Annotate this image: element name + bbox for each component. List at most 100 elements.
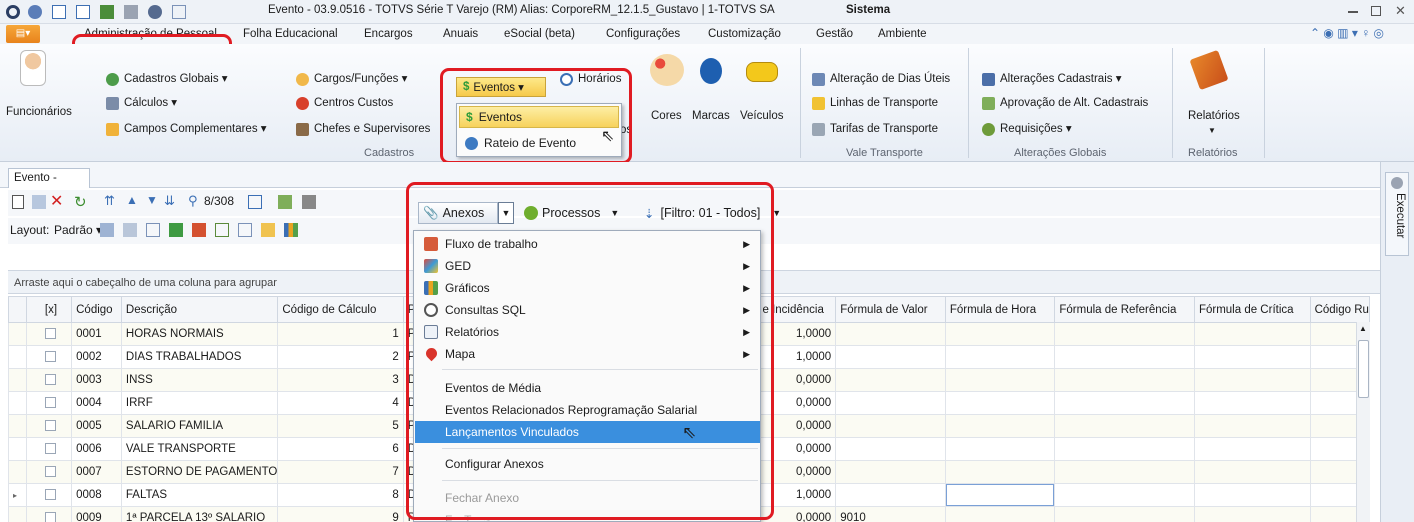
edit-record-icon[interactable] [32,195,46,209]
col-formula-valor[interactable]: Fórmula de Valor [835,296,946,323]
col-codigo-calculo[interactable]: Código de Cálculo [277,296,404,323]
cell-codigo-calculo[interactable]: 6 [277,437,404,461]
checkbox[interactable] [45,328,57,340]
cell-formula-referencia[interactable] [1054,460,1195,484]
veiculos-button[interactable]: Veículos [736,50,788,130]
cell-formula-critica[interactable] [1193,506,1311,522]
cell-codigo[interactable]: 0009 [71,506,122,522]
ribbon-options-icons[interactable]: ⌃ ◉ ▥ ▾ ♀ ◎ [1310,26,1384,40]
col-descricao[interactable]: Descrição [120,296,279,323]
tab-folha-educacional[interactable]: Folha Educacional [243,24,338,44]
tarifas-transporte[interactable]: Tarifas de Transporte [812,120,938,138]
cell-formula-referencia[interactable] [1054,483,1195,507]
cell-formula-valor[interactable] [835,483,946,507]
row-checkbox-cell[interactable] [25,391,73,415]
col-codigo[interactable]: Código [71,296,122,323]
row-indicator[interactable] [8,460,27,484]
cell-formula-valor[interactable] [835,345,946,369]
cell-formula-referencia[interactable] [1054,368,1195,392]
last-record-icon[interactable]: ⇊ [164,193,175,209]
cell-formula-referencia[interactable] [1054,414,1195,438]
tab-ambiente[interactable]: Ambiente [878,24,927,44]
row-indicator[interactable] [8,437,27,461]
find-icon[interactable]: ⚲ [188,193,198,209]
close-icon[interactable]: ✕ [1395,3,1406,19]
home-icon[interactable] [192,223,206,237]
cell-codigo[interactable]: 0008 [71,483,122,507]
prev-record-icon[interactable]: ▲ [126,193,138,207]
row-checkbox-cell[interactable] [25,414,73,438]
cell-formula-hora[interactable] [944,460,1056,484]
close-doc-icon[interactable] [100,5,114,19]
tab-customizacao[interactable]: Customização [708,24,781,44]
row-indicator[interactable]: ▸ [8,483,27,507]
cell-formula-valor[interactable] [835,391,946,415]
new-icon[interactable] [52,5,66,19]
cell-descricao[interactable]: VALE TRANSPORTE [120,437,279,461]
row-checkbox-cell[interactable] [25,483,73,507]
cell-formula-critica[interactable] [1193,483,1311,507]
restore-icon[interactable] [1371,6,1381,16]
quick-access-toolbar[interactable] [28,5,258,19]
cell-formula-critica[interactable] [1193,414,1311,438]
cell-formula-valor[interactable] [835,414,946,438]
row-indicator[interactable] [8,345,27,369]
row-indicator[interactable] [8,391,27,415]
cell-codigo-calculo[interactable]: 4 [277,391,404,415]
cell-formula-critica[interactable] [1193,460,1311,484]
alteracao-dias-uteis[interactable]: Alteração de Dias Úteis [812,70,950,88]
col-formula-referencia[interactable]: Fórmula de Referência [1054,296,1195,323]
cell-descricao[interactable]: SALARIO FAMILIA [120,414,279,438]
calendar-icon[interactable] [248,195,262,209]
cell-formula-hora[interactable] [944,414,1056,438]
cell-formula-valor[interactable] [835,437,946,461]
row-checkbox-cell[interactable] [25,345,73,369]
checkbox[interactable] [45,489,57,501]
checkbox[interactable] [45,512,57,522]
row-indicator[interactable] [8,506,27,522]
window-icon[interactable] [76,5,90,19]
scroll-thumb[interactable] [1358,340,1369,398]
tab-encargos[interactable]: Encargos [364,24,413,44]
grid-icon[interactable] [146,223,160,237]
checkbox[interactable] [45,351,57,363]
row-checkbox-cell[interactable] [25,506,73,522]
checkbox[interactable] [45,443,57,455]
cell-formula-referencia[interactable] [1054,437,1195,461]
help-doc-icon[interactable] [172,5,186,19]
cell-descricao[interactable]: INSS [120,368,279,392]
cell-formula-hora[interactable] [944,437,1056,461]
cell-formula-valor[interactable] [835,368,946,392]
cell-formula-hora[interactable] [944,506,1056,522]
cell-codigo-calculo[interactable]: 8 [277,483,404,507]
layout-select[interactable]: Padrão ▾ [54,223,102,237]
checkbox[interactable] [45,374,57,386]
first-record-icon[interactable]: ⇈ [104,193,115,209]
cell-codigo-calculo[interactable]: 9 [277,506,404,522]
cell-formula-referencia[interactable] [1054,391,1195,415]
alteracoes-cadastrais[interactable]: Alterações Cadastrais ▾ [982,70,1121,88]
layout-icons[interactable] [100,223,400,237]
cell-formula-hora[interactable] [944,391,1056,415]
cell-descricao[interactable]: IRRF [120,391,279,415]
cell-codigo-calculo[interactable]: 5 [277,414,404,438]
cadastros-globais[interactable]: Cadastros Globais ▾ [106,70,228,88]
checkbox[interactable] [45,466,57,478]
edit-icon[interactable] [261,223,275,237]
cell-codigo[interactable]: 0003 [71,368,122,392]
export-icon[interactable] [278,195,292,209]
cell-codigo-calculo[interactable]: 2 [277,345,404,369]
cell-codigo-calculo[interactable]: 7 [277,460,404,484]
col-formula-hora[interactable]: Fórmula de Hora [944,296,1056,323]
grid-icon[interactable] [215,223,229,237]
tab-esocial[interactable]: eSocial (beta) [504,24,575,44]
cell-codigo[interactable]: 0001 [71,322,122,346]
cell-codigo[interactable]: 0004 [71,391,122,415]
col-codigo-ru[interactable]: Código Ru [1309,296,1370,323]
delete-icon[interactable]: ✕ [50,191,63,211]
row-checkbox-cell[interactable] [25,322,73,346]
grid-icon[interactable] [100,223,114,237]
refresh-icon[interactable] [28,5,42,19]
cell-formula-critica[interactable] [1193,322,1311,346]
cell-formula-hora[interactable] [944,322,1056,346]
